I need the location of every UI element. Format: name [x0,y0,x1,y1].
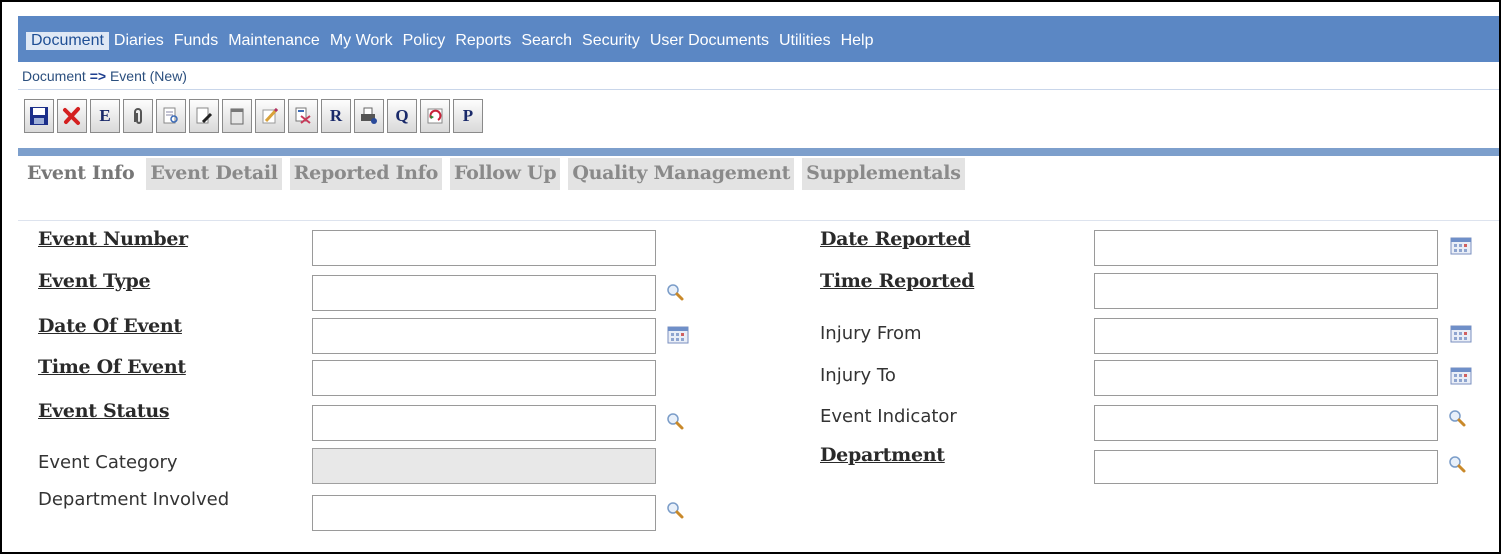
injury-from-calendar-icon[interactable] [1450,323,1472,345]
breadcrumb: Document => Event (New) [22,68,187,84]
breadcrumb-current: Event (New) [109,68,187,84]
q-button[interactable]: Q [387,99,417,133]
menu-search[interactable]: Search [516,32,577,50]
injury-to-label: Injury To [820,365,896,386]
notes-button[interactable] [222,99,252,133]
toolbar-divider [18,89,1499,90]
date-reported-input[interactable] [1094,230,1438,266]
print-button[interactable] [354,99,384,133]
department-input[interactable] [1094,450,1438,484]
time-reported-input[interactable] [1094,273,1438,309]
edit-document-icon [196,107,213,124]
event-indicator-input[interactable] [1094,405,1438,441]
injury-from-label: Injury From [820,323,922,344]
event-type-lookup-icon[interactable] [664,281,686,303]
menu-policy[interactable]: Policy [398,32,451,50]
department-involved-input[interactable] [312,495,656,531]
department-involved-label: Department Involved [38,489,230,510]
menu-utilities[interactable]: Utilities [774,32,836,50]
department-involved-lookup-icon[interactable] [664,499,686,521]
save-icon [30,107,48,125]
event-indicator-lookup-icon[interactable] [1446,407,1468,429]
date-of-event-label: Date Of Event [38,315,182,337]
time-of-event-label: Time Of Event [38,356,186,378]
event-type-input[interactable] [312,275,656,311]
time-reported-label: Time Reported [820,270,975,292]
tab-supplementals[interactable]: Supplementals [802,158,965,190]
refresh-icon [427,108,443,124]
p-button[interactable]: P [453,99,483,133]
r-button[interactable]: R [321,99,351,133]
search-doc-button[interactable] [156,99,186,133]
menu-funds[interactable]: Funds [169,32,223,50]
menu-document[interactable]: Document [26,32,109,50]
document-search-icon [163,107,178,124]
event-type-label: Event Type [38,270,151,292]
menu-diaries[interactable]: Diaries [109,32,169,50]
event-indicator-label: Event Indicator [820,406,957,427]
menu-user-documents[interactable]: User Documents [645,32,774,50]
breadcrumb-parent[interactable]: Document [22,68,86,84]
event-category-input [312,448,656,484]
delete-x-icon [63,107,80,125]
app-frame: Document Diaries Funds Maintenance My Wo… [0,0,1501,554]
paperclip-icon [134,108,142,124]
save-button[interactable] [24,99,54,133]
injury-from-input[interactable] [1094,318,1438,354]
tab-strip: Event Info Event Detail Reported Info Fo… [24,158,965,190]
date-of-event-calendar-icon[interactable] [667,324,689,346]
event-status-label: Event Status [38,400,170,422]
date-reported-label: Date Reported [820,228,971,250]
pencil-note-icon [262,107,279,124]
tab-event-info[interactable]: Event Info [24,158,139,190]
menu-my-work[interactable]: My Work [325,32,398,50]
toolbar: E R Q P [24,99,483,133]
event-category-label: Event Category [38,452,178,473]
menu-security[interactable]: Security [577,32,645,50]
edit-doc-button[interactable] [189,99,219,133]
attach-button[interactable] [123,99,153,133]
department-label: Department [820,444,945,466]
delete-button[interactable] [57,99,87,133]
breadcrumb-arrow: => [89,68,107,84]
tab-content-divider [18,220,1499,221]
event-status-lookup-icon[interactable] [664,410,686,432]
event-number-input[interactable] [312,230,656,266]
injury-to-input[interactable] [1094,360,1438,396]
event-number-label: Event Number [38,228,188,250]
date-of-event-input[interactable] [312,318,656,354]
date-reported-calendar-icon[interactable] [1450,235,1472,257]
tab-quality-management[interactable]: Quality Management [568,158,795,190]
event-status-input[interactable] [312,405,656,441]
department-lookup-icon[interactable] [1446,453,1468,475]
comments-button[interactable] [255,99,285,133]
tab-follow-up[interactable]: Follow Up [449,158,561,190]
mail-merge-icon [295,107,311,124]
refresh-button[interactable] [420,99,450,133]
injury-to-calendar-icon[interactable] [1450,365,1472,387]
tab-reported-info[interactable]: Reported Info [289,158,442,190]
notepad-icon [230,108,244,125]
e-button[interactable]: E [90,99,120,133]
tabs-top-bar [18,148,1499,156]
time-of-event-input[interactable] [312,360,656,396]
printer-icon [361,107,377,124]
tab-event-detail[interactable]: Event Detail [146,158,282,190]
menu-maintenance[interactable]: Maintenance [223,32,325,50]
mail-merge-button[interactable] [288,99,318,133]
menu-reports[interactable]: Reports [450,32,516,50]
menu-bar: Document Diaries Funds Maintenance My Wo… [18,16,1499,62]
menu-help[interactable]: Help [836,32,879,50]
